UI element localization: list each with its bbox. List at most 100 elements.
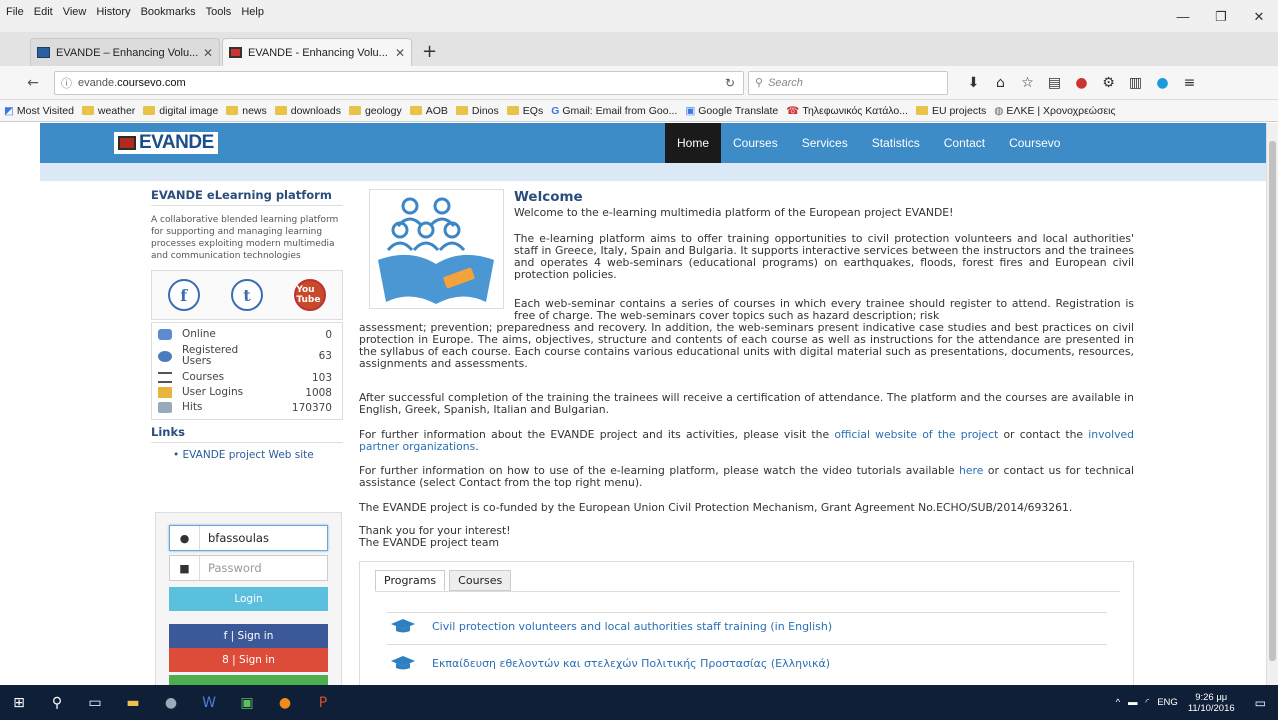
nav-statistics[interactable]: Statistics [860, 123, 932, 163]
program-item[interactable]: Civil protection volunteers and local au… [390, 619, 832, 633]
search-icon[interactable]: ⚲ [38, 685, 76, 720]
windows-start-icon[interactable]: ⊞ [0, 685, 38, 720]
menu-file[interactable]: File [6, 6, 24, 18]
menu-edit[interactable]: Edit [34, 6, 53, 18]
url-prefix: evande. [78, 76, 118, 89]
registered-users-icon [158, 350, 172, 362]
list-divider [387, 644, 1107, 645]
network-icon[interactable]: ◜ [1146, 697, 1150, 708]
video-tutorials-link[interactable]: here [959, 464, 983, 477]
extension-icon[interactable]: ⚙ [1095, 75, 1122, 91]
powerpoint-icon[interactable]: P [304, 685, 342, 720]
bookmark-folder[interactable]: EQs [506, 105, 543, 117]
bookmark-folder[interactable]: digital image [143, 105, 218, 117]
chevron-up-icon[interactable]: ^ [1116, 697, 1120, 708]
menu-icon[interactable]: ≡ [1176, 75, 1203, 91]
app-globe-icon[interactable]: ● [152, 685, 190, 720]
login-button[interactable]: Login [169, 587, 328, 611]
back-icon[interactable]: ← [22, 75, 44, 91]
lock-icon: ■ [170, 556, 200, 580]
vertical-scrollbar[interactable] [1266, 123, 1278, 685]
facebook-signin-button[interactable]: f | Sign in [169, 624, 328, 648]
twitter-icon[interactable]: t [230, 279, 263, 311]
nav-coursevo[interactable]: Coursevo [997, 123, 1072, 163]
youtube-icon[interactable]: You Tube [294, 279, 327, 311]
scrollbar-thumb[interactable] [1269, 141, 1276, 661]
nav-courses[interactable]: Courses [721, 123, 790, 163]
hits-icon [158, 402, 172, 413]
program-title[interactable]: Civil protection volunteers and local au… [432, 620, 832, 633]
evande-logo[interactable]: EVANDE [114, 132, 218, 154]
google-signin-button[interactable]: 8 | Sign in [169, 648, 328, 672]
tab-close-icon[interactable]: ✕ [203, 46, 213, 60]
clock[interactable]: 9:26 μμ 11/10/2016 [1188, 692, 1235, 714]
evande-website-link[interactable]: • EVANDE project Web site [151, 443, 343, 461]
username-field[interactable]: ● bfassoulas [169, 525, 328, 551]
bookmark-folder[interactable]: EU projects [915, 105, 986, 117]
minimize-button[interactable]: — [1164, 0, 1202, 32]
word-icon[interactable]: W [190, 685, 228, 720]
adblock-icon[interactable]: ● [1068, 75, 1095, 91]
search-box[interactable]: ⚲ Search [748, 70, 948, 95]
clock-date: 11/10/2016 [1187, 702, 1235, 714]
stat-value: 0 [325, 328, 332, 341]
browser-tab-2[interactable]: EVANDE - Enhancing Volu... ✕ [222, 38, 412, 66]
firefox-icon[interactable]: ● [266, 685, 304, 720]
program-title[interactable]: Εκπαίδευση εθελοντών και στελεχών Πολιτι… [432, 657, 830, 670]
bookmark-most-visited[interactable]: ◩ Most Visited [4, 105, 74, 117]
bookmark-folder[interactable]: Dinos [455, 105, 499, 117]
bookmark-elke[interactable]: ◍ ΕΛΚΕ | Χρονοχρεώσεις [994, 105, 1115, 117]
bookmark-translate[interactable]: ▣ Google Translate [685, 105, 778, 117]
restore-button[interactable]: ❐ [1202, 0, 1240, 32]
folder-icon [506, 106, 519, 115]
bookmark-folder[interactable]: geology [348, 105, 402, 117]
nav-contact[interactable]: Contact [932, 123, 997, 163]
bookmark-folder[interactable]: AOB [409, 105, 448, 117]
info-icon[interactable]: ⓘ [61, 75, 72, 91]
bookmark-phone-directory[interactable]: ☎ Τηλεφωνικός Κατάλο... [786, 105, 908, 117]
task-view-icon[interactable]: ▭ [76, 685, 114, 720]
new-tab-button[interactable]: + [414, 38, 445, 66]
bookmark-gmail[interactable]: G Gmail: Email from Goo... [551, 105, 677, 117]
tab-courses[interactable]: Courses [449, 570, 512, 591]
bookmark-folder[interactable]: weather [81, 105, 135, 117]
browser-tab-1[interactable]: EVANDE – Enhancing Volu... ✕ [30, 38, 220, 66]
battery-icon[interactable]: ▬ [1128, 697, 1138, 708]
file-explorer-icon[interactable]: ▬ [114, 685, 152, 720]
skype-icon[interactable]: ● [1149, 75, 1176, 91]
other-signin-button[interactable] [169, 675, 328, 685]
download-icon[interactable]: ⬇ [960, 75, 987, 91]
facebook-icon[interactable]: f [167, 279, 200, 311]
notifications-icon[interactable]: ▭ [1255, 696, 1266, 710]
globe-icon: ◍ [994, 104, 1004, 117]
menu-tools[interactable]: Tools [206, 6, 232, 18]
program-item[interactable]: Εκπαίδευση εθελοντών και στελεχών Πολιτι… [390, 656, 830, 670]
pocket-icon[interactable]: ▥ [1122, 75, 1149, 91]
menu-bookmarks[interactable]: Bookmarks [141, 6, 196, 18]
address-bar[interactable]: ⓘ evande. coursevo.com ↻ [54, 70, 744, 95]
password-field[interactable]: ■ Password [169, 555, 328, 581]
stat-row: Online 0 [158, 327, 336, 342]
stat-row: User Logins 1008 [158, 385, 336, 400]
tab-close-icon[interactable]: ✕ [395, 46, 405, 60]
close-window-button[interactable]: ✕ [1240, 0, 1278, 32]
language-indicator[interactable]: ENG [1157, 697, 1178, 708]
bookmark-folder[interactable]: news [226, 105, 267, 117]
bookmark-star-icon[interactable]: ☆ [1014, 75, 1041, 91]
stat-row: Courses 103 [158, 370, 336, 385]
bookmark-folder[interactable]: downloads [274, 105, 341, 117]
social-links: f t You Tube [151, 270, 343, 320]
home-icon[interactable]: ⌂ [987, 75, 1014, 91]
reading-list-icon[interactable]: ▤ [1041, 75, 1068, 91]
tab-bar: EVANDE – Enhancing Volu... ✕ EVANDE - En… [0, 32, 1278, 66]
tab-programs[interactable]: Programs [375, 570, 446, 591]
reload-icon[interactable]: ↻ [717, 76, 743, 90]
menu-help[interactable]: Help [241, 6, 264, 18]
nav-home[interactable]: Home [665, 123, 722, 163]
menu-view[interactable]: View [63, 6, 87, 18]
app-green-icon[interactable]: ▣ [228, 685, 266, 720]
tabs-divider [375, 591, 1120, 592]
nav-services[interactable]: Services [790, 123, 860, 163]
menu-history[interactable]: History [96, 6, 130, 18]
official-website-link[interactable]: official website of the project [834, 428, 998, 441]
